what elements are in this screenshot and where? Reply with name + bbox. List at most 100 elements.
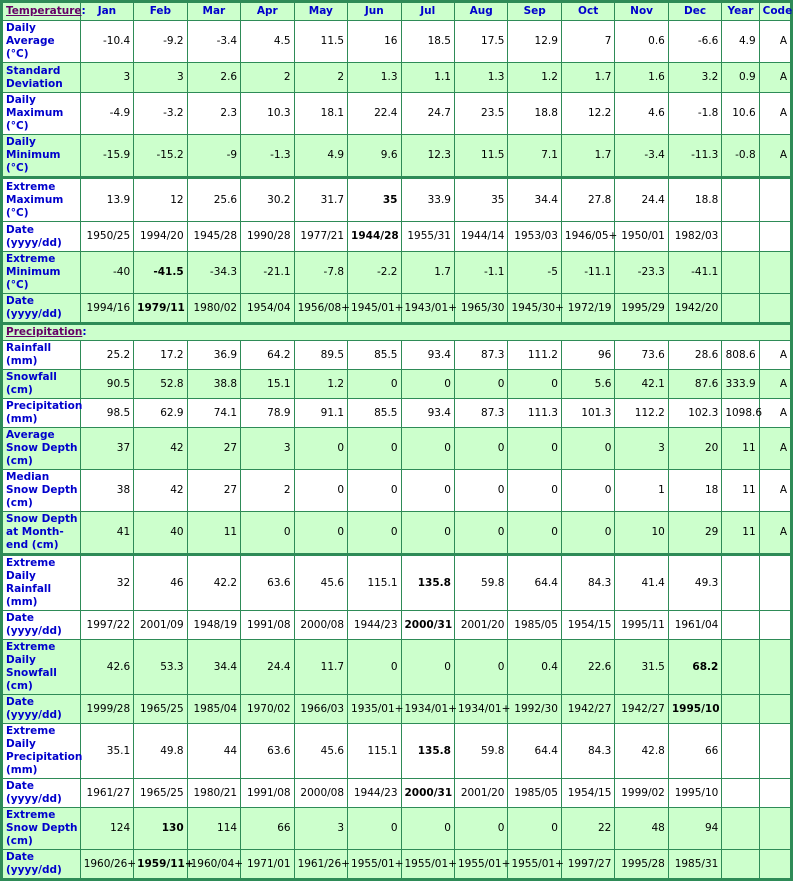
value-cell: 46 bbox=[133, 553, 188, 611]
value-cell: 1.7 bbox=[400, 251, 455, 294]
temperature-link[interactable]: Temperature bbox=[6, 5, 82, 17]
value-cell: 37 bbox=[79, 427, 135, 470]
value-cell: 0 bbox=[400, 511, 455, 555]
table-row: Daily Average (°C) -10.4 -9.2 -3.4 4.5 11.5 16… bbox=[1, 20, 793, 63]
value-cell: 42.1 bbox=[614, 369, 669, 399]
value-cell: 38.8 bbox=[186, 369, 242, 399]
year-cell: 1098.6 bbox=[721, 398, 762, 428]
value-cell: 12.3 bbox=[400, 134, 455, 178]
col-header-jul: Jul bbox=[400, 1, 455, 21]
value-cell: 1945/01+ bbox=[347, 293, 403, 324]
value-cell: 0 bbox=[347, 427, 402, 470]
value-cell: -7.8 bbox=[293, 251, 349, 294]
year-cell: 0.9 bbox=[721, 62, 760, 93]
precipitation-section-row: Precipitation: bbox=[1, 322, 792, 341]
value-cell: 0 bbox=[400, 469, 455, 512]
year-cell bbox=[721, 723, 760, 779]
value-cell: 18 bbox=[667, 469, 723, 512]
value-cell: -23.3 bbox=[614, 251, 669, 294]
year-cell bbox=[721, 807, 760, 850]
value-cell: 0 bbox=[507, 807, 562, 850]
value-cell: 135.8 bbox=[400, 723, 455, 779]
value-cell: 2000/08 bbox=[293, 610, 349, 640]
value-cell: 7 bbox=[560, 20, 616, 63]
value-cell: 0 bbox=[560, 469, 616, 512]
row-label: Extreme Daily Precipitation (mm) bbox=[1, 723, 82, 779]
row-label: Snowfall (cm) bbox=[1, 369, 81, 399]
table-row: Date (yyyy/dd) 1999/28 1965/25 1985/04 1970/… bbox=[1, 694, 793, 724]
row-label: Extreme Daily Snowfall (cm) bbox=[1, 639, 81, 695]
value-cell: 1965/25 bbox=[133, 694, 188, 724]
code-cell bbox=[758, 807, 793, 850]
table-row: Rainfall (mm) 25.2 17.2 36.9 64.2 89.5 85.5 93.… bbox=[1, 340, 793, 370]
header-row: Temperature: Jan Feb Mar Apr May Jun Jul… bbox=[1, 1, 792, 21]
value-cell: 1955/01+ bbox=[507, 849, 564, 880]
table-row: Standard Deviation 3 3 2.6 2 2 1.3 1.1 1.3 1.2 1.7… bbox=[1, 62, 793, 93]
value-cell: 101.3 bbox=[560, 398, 616, 428]
value-cell: -15.9 bbox=[79, 134, 135, 178]
value-cell: 40 bbox=[133, 511, 188, 555]
code-cell bbox=[758, 251, 793, 294]
value-cell: 1.1 bbox=[400, 62, 455, 93]
table-row: Extreme Maximum (°C) 13.9 12 25.6 30.2 31.7 35… bbox=[1, 176, 793, 222]
year-cell bbox=[721, 176, 760, 222]
code-cell: A bbox=[758, 20, 793, 63]
year-cell bbox=[721, 849, 760, 880]
value-cell: 0 bbox=[400, 427, 455, 470]
value-cell: -34.3 bbox=[186, 251, 242, 294]
value-cell: 41 bbox=[79, 511, 135, 555]
value-cell: 2 bbox=[240, 469, 295, 512]
value-cell: 1944/23 bbox=[347, 778, 402, 808]
year-cell bbox=[721, 221, 760, 252]
value-cell: 0 bbox=[453, 511, 509, 555]
value-cell: 42 bbox=[133, 469, 188, 512]
value-cell: 1955/01+ bbox=[400, 849, 457, 880]
value-cell: 1961/27 bbox=[79, 778, 135, 808]
value-cell: 48 bbox=[614, 807, 669, 850]
value-cell: 1945/30+ bbox=[507, 293, 564, 324]
value-cell: 0 bbox=[400, 807, 455, 850]
value-cell: 0.4 bbox=[507, 639, 562, 695]
row-label: Date (yyyy/dd) bbox=[1, 849, 81, 880]
value-cell: 27 bbox=[186, 469, 242, 512]
year-cell: 10.6 bbox=[721, 92, 760, 135]
row-label: Average Snow Depth (cm) bbox=[1, 427, 81, 470]
value-cell: 25.6 bbox=[186, 176, 242, 222]
value-cell: 0 bbox=[453, 469, 509, 512]
value-cell: 53.3 bbox=[133, 639, 188, 695]
value-cell: 11.5 bbox=[453, 134, 509, 178]
table-row: Daily Minimum (°C) -15.9 -15.2 -9 -1.3 4.9 9.6… bbox=[1, 134, 793, 178]
code-cell bbox=[758, 849, 793, 880]
precipitation-section-header-body: Precipitation: bbox=[1, 322, 792, 341]
value-cell: 44 bbox=[186, 723, 242, 779]
value-cell: 10 bbox=[614, 511, 669, 555]
row-label: Daily Average (°C) bbox=[1, 20, 81, 63]
table-row: Extreme Daily Precipitation (mm) 35.1 49.8… bbox=[1, 723, 793, 779]
code-cell bbox=[758, 778, 793, 808]
value-cell: 135.8 bbox=[400, 553, 455, 611]
year-cell: 11 bbox=[721, 511, 760, 555]
value-cell: 114 bbox=[186, 807, 242, 850]
value-cell: 1.7 bbox=[560, 62, 616, 93]
value-cell: 2001/20 bbox=[453, 778, 509, 808]
value-cell: 1954/15 bbox=[560, 778, 616, 808]
value-cell: 1980/02 bbox=[186, 293, 242, 324]
value-cell: 22 bbox=[560, 807, 616, 850]
col-header-mar: Mar bbox=[186, 1, 242, 21]
value-cell: 2001/09 bbox=[133, 610, 188, 640]
year-cell: 11 bbox=[721, 469, 760, 512]
value-cell: 31.7 bbox=[293, 176, 349, 222]
year-cell: 4.9 bbox=[721, 20, 760, 63]
value-cell: 0 bbox=[293, 511, 349, 555]
precipitation-link[interactable]: Precipitation bbox=[6, 326, 82, 338]
value-cell: 9.6 bbox=[347, 134, 402, 178]
value-cell: 94 bbox=[667, 807, 723, 850]
value-cell: 32 bbox=[79, 553, 135, 611]
year-cell bbox=[721, 778, 760, 808]
code-cell bbox=[758, 221, 793, 252]
value-cell: -10.4 bbox=[79, 20, 135, 63]
value-cell: 1944/14 bbox=[453, 221, 509, 252]
col-header-dec: Dec bbox=[667, 1, 723, 21]
temperature-section: Daily Average (°C) -10.4 -9.2 -3.4 4.5 11.5 16… bbox=[1, 20, 793, 324]
table-row: Date (yyyy/dd) 1950/25 1994/20 1945/28 1990/… bbox=[1, 221, 793, 252]
